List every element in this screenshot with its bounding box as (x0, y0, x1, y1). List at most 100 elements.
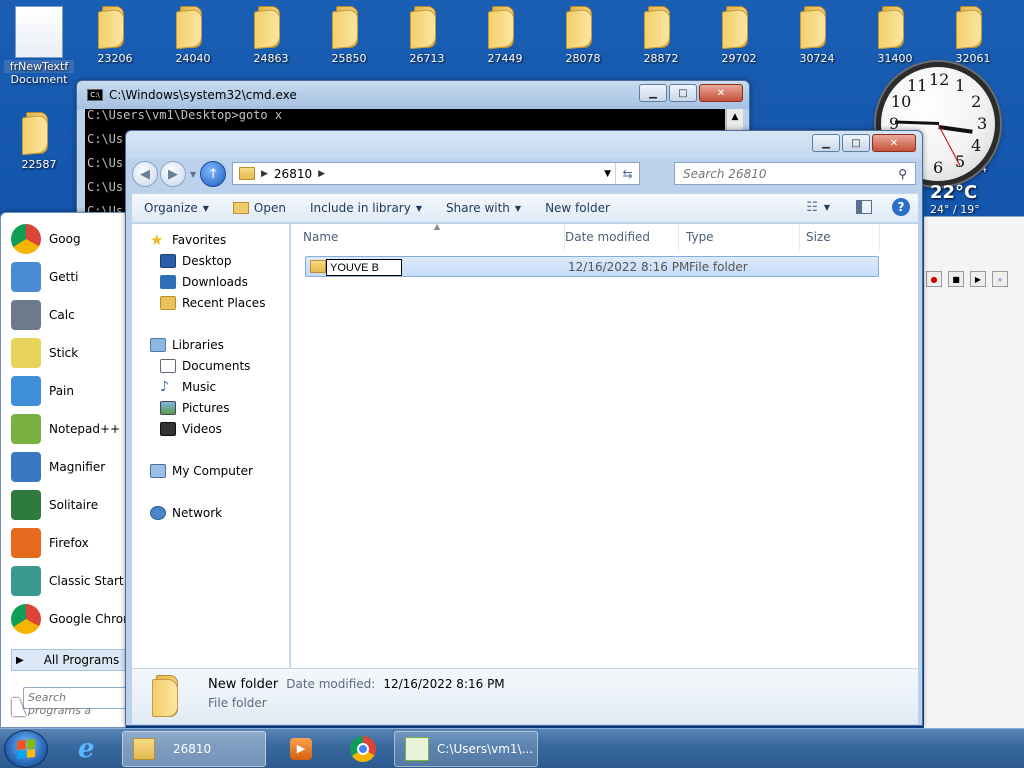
nav-documents[interactable]: Documents (160, 356, 250, 376)
explorer-titlebar[interactable]: ▁ □ ✕ (126, 131, 922, 159)
nav-videos[interactable]: Videos (160, 419, 222, 439)
taskbar-ie[interactable]: e (68, 731, 112, 767)
nav-recent-places[interactable]: Recent Places (160, 293, 265, 313)
address-crumb[interactable]: 26810 (274, 167, 312, 181)
address-bar[interactable]: ▶ 26810 ▶ ▼ ⇆ (232, 162, 640, 185)
desktop-text-document[interactable]: frNewTextf Document (4, 6, 74, 86)
table-row[interactable]: 12/16/2022 8:16 PM File folder (305, 256, 879, 277)
maximize-button[interactable]: □ (842, 134, 870, 152)
start-menu-item[interactable]: Firefox (11, 525, 127, 561)
column-header-size[interactable]: Size (800, 224, 880, 250)
cmd-titlebar[interactable]: C:\ C:\Windows\system32\cmd.exe ▁ □ ✕ (77, 81, 749, 109)
chevron-right-icon[interactable]: ▶ (261, 169, 268, 179)
preview-pane-icon[interactable] (856, 200, 872, 214)
start-menu-item[interactable]: Solitaire (11, 487, 127, 523)
up-button[interactable]: ↑ (200, 161, 227, 187)
fast-forward-icon[interactable]: » (992, 271, 1008, 287)
maximize-button[interactable]: □ (669, 84, 697, 102)
explorer-window[interactable]: ▁ □ ✕ ◀ ▶ ▼ ↑ ▶ 26810 ▶ ▼ ⇆ Search 26810… (125, 130, 923, 726)
nav-libraries[interactable]: Libraries (150, 335, 224, 355)
nav-music[interactable]: ♪ Music (160, 377, 216, 397)
forward-button[interactable]: ▶ (160, 161, 186, 187)
internet-explorer-icon: e (78, 734, 95, 764)
start-menu-item[interactable]: Magnifier (11, 449, 127, 485)
start-menu-item[interactable]: Getti (11, 259, 127, 295)
column-header-date[interactable]: Date modified (559, 224, 679, 250)
weather-temp: 22°C (930, 182, 978, 203)
column-header-name[interactable]: Name ▲ (297, 222, 565, 250)
nav-network[interactable]: Network (150, 503, 222, 523)
taskbar-explorer-26810[interactable]: 26810 (122, 731, 266, 767)
desktop-folder-32061[interactable]: 32061 (938, 6, 1008, 65)
desktop-folder-29702[interactable]: 29702 (704, 6, 774, 65)
desktop-folder-24040[interactable]: 24040 (158, 6, 228, 65)
start-menu-item[interactable]: Notepad++ (11, 411, 127, 447)
desktop-folder-31400[interactable]: 31400 (860, 6, 930, 65)
stop-icon[interactable]: ■ (948, 271, 964, 287)
sticky-notes-icon (11, 338, 41, 368)
desktop-folder-24863[interactable]: 24863 (236, 6, 306, 65)
taskbar-chrome[interactable] (340, 731, 380, 767)
start-menu-item[interactable]: Google Chron (11, 601, 127, 637)
weather-gadget[interactable]: 22°C 24° / 19° (930, 182, 980, 216)
rename-input[interactable] (326, 259, 402, 276)
all-programs-button[interactable]: ▶ All Programs (11, 649, 127, 671)
help-icon[interactable]: ? (892, 198, 910, 216)
cmd-title: C:\Windows\system32\cmd.exe (109, 88, 297, 102)
column-header-type[interactable]: Type (680, 224, 800, 250)
desktop-folder-22587[interactable]: 22587 (4, 112, 74, 171)
play-icon[interactable]: ▶ (970, 271, 986, 287)
address-dropdown-icon[interactable]: ▼ (604, 169, 611, 179)
minimize-button[interactable]: ▁ (639, 84, 667, 102)
start-menu-item[interactable]: Calc (11, 297, 127, 333)
search-input[interactable]: Search 26810 ⚲ (674, 162, 916, 185)
nav-my-computer[interactable]: My Computer (150, 461, 253, 481)
taskbar-cmd[interactable]: C:\Users\vm1\... (394, 731, 538, 767)
desktop-folder-28872[interactable]: 28872 (626, 6, 696, 65)
desktop-folder-23206[interactable]: 23206 (80, 6, 150, 65)
file-list[interactable]: Name ▲ Date modified Type Size 12/16/202… (291, 222, 918, 668)
desktop-folder-26713[interactable]: 26713 (392, 6, 462, 65)
desktop-folder-label: 27449 (487, 52, 523, 65)
desktop-folder-30724[interactable]: 30724 (782, 6, 852, 65)
organize-menu[interactable]: Organize ▼ (132, 194, 221, 222)
view-options-icon[interactable]: ☷ (806, 200, 818, 215)
include-in-library-menu[interactable]: Include in library ▼ (298, 194, 434, 222)
taskbar-media-player[interactable]: ▶ (280, 731, 316, 767)
nav-pictures[interactable]: Pictures (160, 398, 230, 418)
desktop-folder-28078[interactable]: 28078 (548, 6, 618, 65)
start-menu-item[interactable]: Goog (11, 221, 127, 257)
back-button[interactable]: ◀ (132, 161, 158, 187)
new-folder-button[interactable]: New folder (533, 194, 622, 222)
search-icon[interactable]: ⚲ (898, 167, 907, 181)
history-dropdown-icon[interactable]: ▼ (190, 170, 196, 179)
start-menu-item[interactable]: Classic Start M (11, 563, 127, 599)
share-with-menu[interactable]: Share with ▼ (434, 194, 533, 222)
nav-desktop[interactable]: Desktop (160, 251, 232, 271)
start-menu-item[interactable]: Stick (11, 335, 127, 371)
organize-label: Organize (144, 201, 198, 215)
open-button[interactable]: Open (221, 194, 298, 222)
minimize-button[interactable]: ▁ (812, 134, 840, 152)
start-search-input[interactable]: Search programs a (23, 687, 127, 717)
open-label: Open (253, 201, 286, 215)
background-media-app[interactable]: ● ■ ▶ » (924, 216, 1024, 728)
share-with-label: Share with (446, 201, 510, 215)
close-button[interactable]: ✕ (699, 84, 743, 102)
nav-favorites[interactable]: ★ Favorites (150, 230, 226, 250)
nav-label: Music (182, 380, 217, 394)
start-menu-item[interactable]: Pain (11, 373, 127, 409)
desktop-folder-25850[interactable]: 25850 (314, 6, 384, 65)
chevron-right-icon[interactable]: ▶ (318, 169, 325, 179)
close-button[interactable]: ✕ (872, 134, 916, 152)
desktop-folder-27449[interactable]: 27449 (470, 6, 540, 65)
network-icon (150, 506, 166, 520)
start-menu[interactable]: Goog Getti Calc Stick Pain Notepad++ Magnifier… (0, 212, 127, 728)
desktop-folder-label: 23206 (97, 52, 133, 65)
scroll-up-icon[interactable]: ▲ (727, 109, 743, 126)
chevron-down-icon[interactable]: ▼ (824, 203, 830, 212)
nav-downloads[interactable]: Downloads (160, 272, 248, 292)
record-icon[interactable]: ● (926, 271, 942, 287)
refresh-icon[interactable]: ⇆ (615, 163, 639, 184)
start-button[interactable] (4, 730, 48, 768)
